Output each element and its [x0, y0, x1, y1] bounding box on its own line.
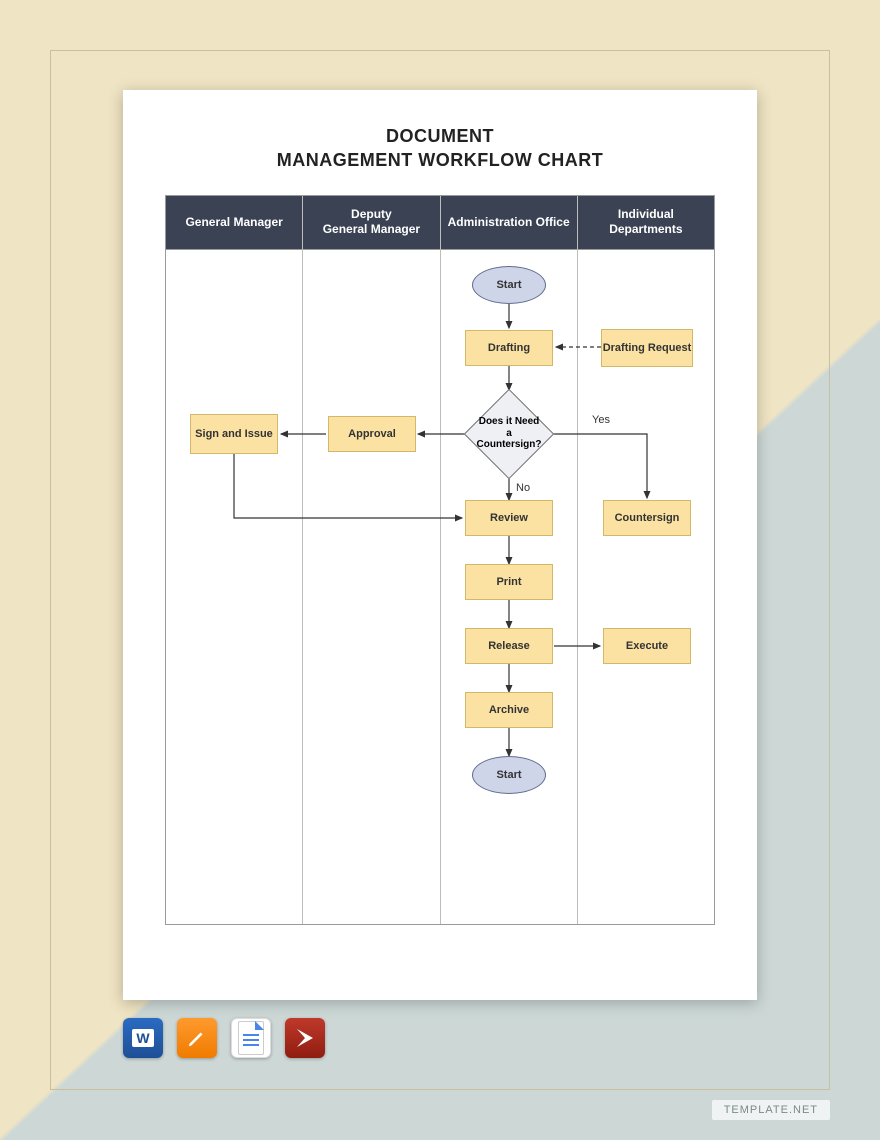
pages-icon[interactable] [177, 1018, 217, 1058]
page-title: DOCUMENT MANAGEMENT WORKFLOW CHART [123, 90, 757, 195]
credit-badge: TEMPLATE.NET [712, 1100, 830, 1120]
lane-admin-office: Administration Office [441, 196, 578, 924]
format-icons: W [123, 1018, 325, 1058]
node-review: Review [465, 500, 553, 536]
lane-header: Administration Office [441, 196, 577, 250]
google-docs-icon[interactable] [231, 1018, 271, 1058]
title-line-2: MANAGEMENT WORKFLOW CHART [123, 148, 757, 172]
node-countersign: Countersign [603, 500, 691, 536]
lanes: General Manager DeputyGeneral Manager Ad… [166, 196, 714, 924]
node-end: Start [472, 756, 546, 794]
pdf-glyph-icon [293, 1026, 317, 1050]
document-page: DOCUMENT MANAGEMENT WORKFLOW CHART Gener… [123, 90, 757, 1000]
decision-text: Does it Need a Countersign? [465, 390, 553, 478]
lane-header-text: DeputyGeneral Manager [323, 207, 420, 237]
node-drafting-request: Drafting Request [601, 329, 693, 367]
lane-individual-dept: Individual Departments [578, 196, 714, 924]
doc-page-icon [238, 1021, 264, 1055]
node-start: Start [472, 266, 546, 304]
title-line-1: DOCUMENT [123, 124, 757, 148]
node-drafting: Drafting [465, 330, 553, 366]
node-sign-issue: Sign and Issue [190, 414, 278, 454]
label-no: No [516, 482, 530, 494]
lane-header: Individual Departments [578, 196, 714, 250]
node-decision: Does it Need a Countersign? [465, 390, 553, 478]
word-glyph: W [132, 1029, 153, 1047]
pdf-icon[interactable] [285, 1018, 325, 1058]
word-icon[interactable]: W [123, 1018, 163, 1058]
node-archive: Archive [465, 692, 553, 728]
node-execute: Execute [603, 628, 691, 664]
label-yes: Yes [592, 414, 610, 426]
lane-deputy-gm: DeputyGeneral Manager [303, 196, 440, 924]
pen-icon [186, 1027, 208, 1049]
node-release: Release [465, 628, 553, 664]
node-print: Print [465, 564, 553, 600]
node-approval: Approval [328, 416, 416, 452]
lane-header: General Manager [166, 196, 302, 250]
swimlane-chart: General Manager DeputyGeneral Manager Ad… [165, 195, 715, 925]
lane-general-manager: General Manager [166, 196, 303, 924]
lane-header: DeputyGeneral Manager [303, 196, 439, 250]
